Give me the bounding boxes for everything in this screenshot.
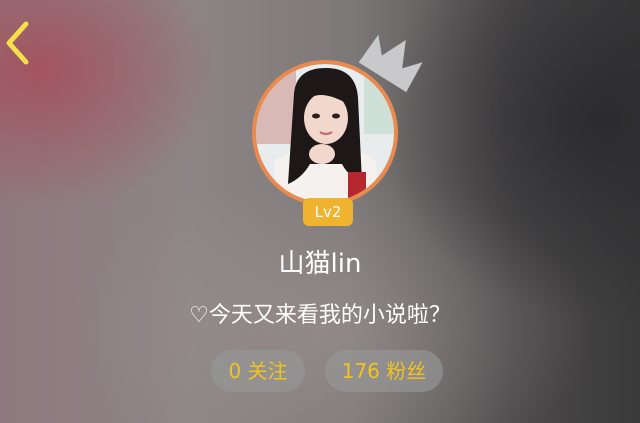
- followers-count-button[interactable]: 176 粉丝: [325, 350, 443, 392]
- following-count-button[interactable]: 0 关注: [211, 350, 305, 392]
- chevron-left-icon: [6, 21, 29, 65]
- user-bio: ♡今天又来看我的小说啦？: [189, 303, 451, 328]
- avatar-image: [256, 64, 394, 202]
- username: 山猫lin: [278, 249, 362, 279]
- avatar[interactable]: [252, 60, 398, 206]
- profile-screen: Lv2 山猫lin ♡今天又来看我的小说啦？ 0 关注 176 粉丝: [0, 0, 640, 423]
- level-badge: Lv2: [303, 198, 353, 226]
- back-button[interactable]: [0, 18, 36, 68]
